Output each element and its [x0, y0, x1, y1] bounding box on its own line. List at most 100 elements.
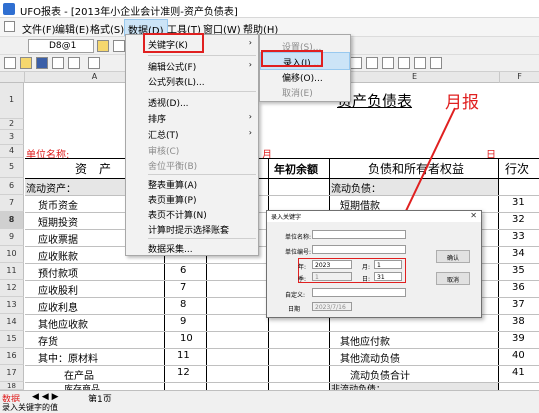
row-header[interactable]: 3: [0, 130, 24, 145]
print-icon[interactable]: [52, 57, 64, 69]
liability-header: 负债和所有者权益: [368, 162, 465, 176]
left-row-number: 7: [180, 282, 187, 293]
unit-name-input[interactable]: [312, 230, 406, 239]
data-menu: 关键字(K) › 编辑公式(F) › 公式列表(L)... 透视(D)... 排…: [125, 34, 259, 256]
row-header[interactable]: 1: [0, 83, 24, 119]
menu-edit[interactable]: 编辑(E): [55, 21, 89, 36]
left-item[interactable]: 应收利息: [38, 299, 78, 314]
left-item[interactable]: 流动资产：: [26, 180, 76, 195]
right-row-number: 39: [512, 333, 525, 344]
column-header-f[interactable]: F: [499, 72, 539, 83]
unit-name-label: 单位名称:: [285, 234, 312, 241]
row-header[interactable]: 12: [0, 280, 24, 297]
right-row-number: 33: [512, 231, 525, 242]
row-header[interactable]: 18: [0, 382, 24, 390]
cancel-button[interactable]: 取消: [436, 272, 470, 285]
x-icon[interactable]: [113, 40, 125, 52]
left-item[interactable]: 其他应收款: [38, 316, 88, 331]
save-icon[interactable]: [36, 57, 48, 69]
redo-icon[interactable]: [398, 57, 410, 69]
row-header[interactable]: 14: [0, 314, 24, 331]
left-item[interactable]: 应收账款: [38, 248, 78, 263]
begin-balance-header: 年初余额: [274, 163, 318, 176]
copy-icon[interactable]: [350, 57, 362, 69]
close-icon[interactable]: ✕: [470, 211, 477, 220]
row-header[interactable]: 11: [0, 263, 24, 280]
row-header[interactable]: 4: [0, 145, 24, 158]
quarter-input[interactable]: 1: [312, 272, 352, 281]
row-header[interactable]: 5: [0, 158, 24, 178]
grid-line: [25, 158, 539, 159]
grid-line: [25, 331, 539, 332]
sort-icon[interactable]: [414, 57, 426, 69]
menu-separator: [148, 91, 256, 92]
help-icon[interactable]: [430, 57, 442, 69]
menu-item-rounding-balance: 舍位平衡(B): [148, 162, 198, 172]
sheet-tab-bar: 数据 ◀ ◀ ▶ 第1页: [0, 390, 539, 405]
window-title: UFO报表 - [2013年小企业会计准则-资产负债表]: [20, 7, 238, 18]
left-item[interactable]: 应收股利: [38, 282, 78, 297]
grid-line: [498, 158, 499, 390]
keyword-input-dialog: 录入关键字 ✕ 单位名称: 单位编号: 年: 2023 月: 1 季: 1 日:…: [266, 210, 482, 318]
new-icon[interactable]: [4, 57, 16, 69]
date-label: 日期: [288, 306, 301, 313]
chevron-right-icon: ›: [248, 128, 252, 137]
unit-code-label: 单位编号:: [285, 249, 312, 256]
menu-item-prompt-account[interactable]: 计算时提示选择账套: [126, 220, 258, 238]
left-item[interactable]: 其中：原材料: [38, 350, 98, 365]
function-icon[interactable]: [97, 40, 109, 52]
left-item[interactable]: 短期投资: [38, 214, 78, 229]
unit-code-input[interactable]: [312, 245, 406, 254]
row-header[interactable]: 17: [0, 365, 24, 382]
row-header[interactable]: 13: [0, 297, 24, 314]
left-item[interactable]: 货币资金: [38, 197, 78, 212]
row-header[interactable]: 16: [0, 348, 24, 365]
dialog-title-bar: 录入关键字 ✕: [267, 211, 481, 222]
right-row-number: 31: [512, 197, 525, 208]
menu-file[interactable]: 文件(F): [22, 21, 56, 36]
row-header[interactable]: 15: [0, 331, 24, 348]
undo-icon[interactable]: [382, 57, 394, 69]
asset-header: 资 产: [75, 162, 112, 176]
cut-icon[interactable]: [88, 57, 100, 69]
row-number-header: 行次: [505, 162, 530, 176]
menu-format[interactable]: 格式(S): [90, 21, 124, 36]
menu-item-formula-list[interactable]: 公式列表(L)...: [126, 72, 258, 90]
keyword-submenu: 设置(S)... 录入(I) ... 偏移(O)... 取消(E): [259, 34, 351, 102]
left-item[interactable]: 应收票据: [38, 231, 78, 246]
highlight-box: [261, 50, 323, 67]
left-item[interactable]: 在产品: [64, 367, 94, 382]
confirm-button[interactable]: 确认: [436, 250, 470, 263]
right-item[interactable]: 流动负债：: [331, 180, 381, 195]
row-header[interactable]: 7: [0, 195, 24, 212]
right-row-number: 40: [512, 350, 525, 361]
right-item[interactable]: 流动负债合计: [350, 367, 410, 382]
right-item[interactable]: 其他应付款: [340, 333, 390, 348]
paste-icon[interactable]: [366, 57, 378, 69]
menu-item-label: 排序: [148, 115, 167, 125]
column-header-e[interactable]: E: [329, 72, 499, 83]
left-row-number: 11: [177, 350, 190, 361]
row-header[interactable]: 10: [0, 246, 24, 263]
row-header[interactable]: 8: [0, 212, 24, 229]
preview-icon[interactable]: [68, 57, 80, 69]
left-item[interactable]: 预付款项: [38, 265, 78, 280]
left-row-number: 8: [180, 299, 187, 310]
right-item[interactable]: 其他流动负债: [340, 350, 400, 365]
menu-item-data-collect[interactable]: 数据采集...: [126, 239, 258, 257]
nav-arrows-icon[interactable]: ◀ ◀ ▶: [32, 392, 59, 402]
left-item[interactable]: 存货: [38, 333, 58, 348]
cell-reference-box[interactable]: D8@1: [28, 39, 94, 53]
date-input[interactable]: 2023/7/16: [312, 302, 352, 311]
day-input[interactable]: 31: [374, 272, 402, 281]
year-input[interactable]: 2023: [312, 260, 352, 269]
row-header[interactable]: 6: [0, 178, 24, 195]
app-icon: [3, 3, 15, 15]
month-input[interactable]: 1: [374, 260, 402, 269]
custom-input[interactable]: [312, 288, 406, 297]
open-icon[interactable]: [20, 57, 32, 69]
row-header[interactable]: 2: [0, 119, 24, 130]
grid-line: [25, 178, 539, 179]
row-header[interactable]: 9: [0, 229, 24, 246]
left-row-number: 12: [177, 367, 190, 378]
